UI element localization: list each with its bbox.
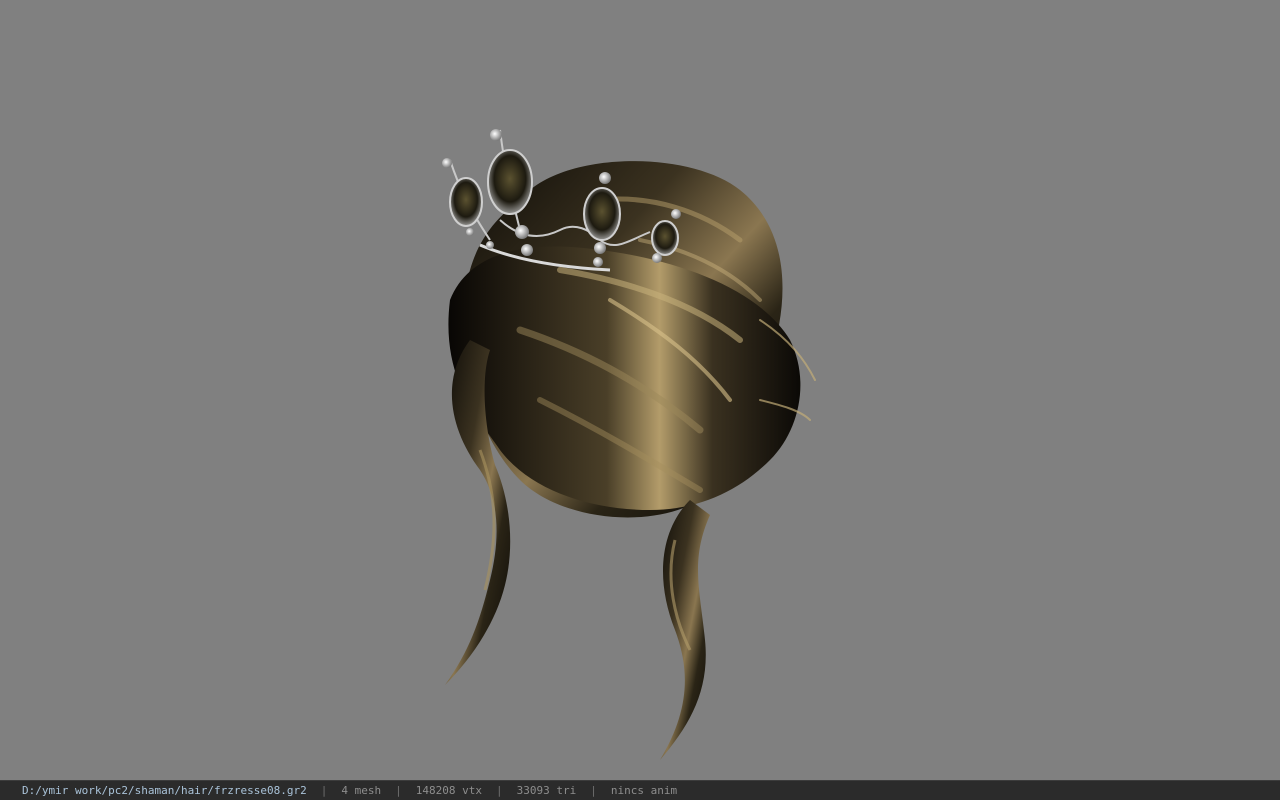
- status-bar: D:/ymir work/pc2/shaman/hair/frzresse08.…: [0, 780, 1280, 800]
- separator: |: [496, 784, 503, 797]
- vertex-count: 148208 vtx: [415, 784, 483, 797]
- mesh-count: 4 mesh: [341, 784, 382, 797]
- triangle-count: 33093 tri: [516, 784, 577, 797]
- 3d-viewport[interactable]: [0, 0, 1280, 780]
- anim-status: nincs anim: [610, 784, 678, 797]
- hair-strand-right: [660, 500, 710, 760]
- separator: |: [320, 784, 328, 797]
- separator: |: [395, 784, 402, 797]
- separator: |: [590, 784, 597, 797]
- hair-model-render[interactable]: [0, 0, 1280, 780]
- file-path: D:/ymir work/pc2/shaman/hair/frzresse08.…: [22, 784, 307, 797]
